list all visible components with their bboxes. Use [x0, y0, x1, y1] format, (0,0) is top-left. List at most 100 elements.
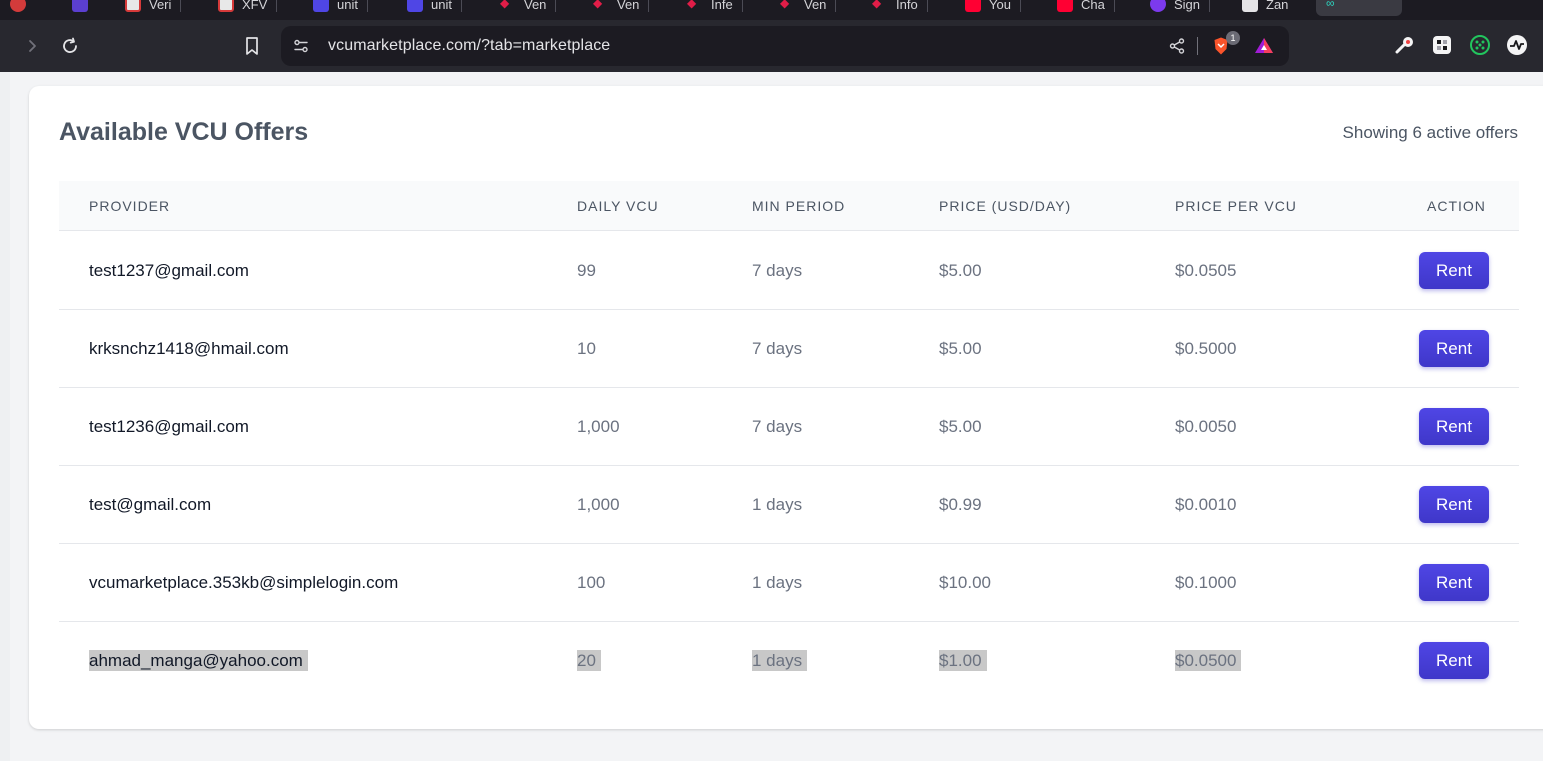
cell-provider: krksnchz1418@hmail.com — [89, 339, 289, 358]
browser-tab[interactable] — [62, 0, 98, 16]
table-row-selected: ahmad_manga@yahoo.com 20 1 days $1.00 $0… — [59, 622, 1519, 700]
shield-count-badge: 1 — [1226, 31, 1240, 45]
browser-tab[interactable]: unit — [397, 0, 462, 16]
browser-tab[interactable]: Zan — [1232, 0, 1298, 16]
rent-button[interactable]: Rent — [1419, 486, 1489, 523]
cell-min-period: 7 days — [752, 261, 803, 280]
bookmark-button[interactable] — [238, 32, 266, 60]
cell-price: $5.00 — [939, 261, 982, 280]
cell-price-per-vcu: $0.0010 — [1175, 495, 1237, 514]
browser-tab[interactable]: Cha — [1047, 0, 1115, 16]
tab-label: You — [989, 0, 1011, 12]
browser-tab[interactable]: ◆ Ven — [583, 0, 650, 16]
cell-min-period: 1 days — [752, 573, 803, 592]
cell-price-per-vcu: $0.0500 — [1175, 650, 1242, 672]
cell-min-period: 7 days — [752, 339, 803, 358]
rent-button[interactable]: Rent — [1419, 642, 1489, 679]
rewards-triangle-icon — [1255, 38, 1273, 53]
cell-provider: ahmad_manga@yahoo.com — [89, 650, 308, 672]
rent-button[interactable]: Rent — [1419, 330, 1489, 367]
extension-button[interactable] — [1393, 33, 1417, 57]
browser-tab-strip: Veri XFV unit unit ◆ Ven ◆ Ven ◆ Infe ◆ Ven … — [0, 0, 1543, 20]
pin-icon: ◆ — [500, 0, 510, 10]
reload-button[interactable] — [56, 32, 84, 60]
browser-tab[interactable]: XFV — [208, 0, 278, 16]
cell-daily-vcu: 99 — [577, 261, 596, 280]
cell-daily-vcu: 1,000 — [577, 417, 620, 436]
browser-toolbar: vcumarketplace.com/?tab=marketplace 1 — [0, 20, 1543, 72]
cell-price-per-vcu: $0.0505 — [1175, 261, 1237, 280]
url-text[interactable]: vcumarketplace.com/?tab=marketplace — [328, 37, 610, 55]
grid-extension-icon — [1433, 36, 1451, 54]
side-panel-edge — [0, 72, 10, 761]
share-button[interactable] — [1167, 36, 1187, 56]
table-row: test1236@gmail.com 1,000 7 days $5.00 $0… — [59, 388, 1519, 466]
tab-label: Ven — [617, 0, 640, 12]
cell-provider: test@gmail.com — [89, 495, 212, 514]
cell-price: $0.99 — [939, 495, 982, 514]
browser-tab[interactable]: Veri — [115, 0, 182, 16]
x-icon — [1242, 0, 1258, 12]
cell-price: $5.00 — [939, 339, 982, 358]
cell-daily-vcu: 100 — [577, 573, 606, 592]
tab-label: unit — [431, 0, 452, 12]
pin-icon: ◆ — [687, 0, 697, 10]
cell-price-per-vcu: $0.5000 — [1175, 339, 1237, 358]
forward-button[interactable] — [18, 32, 46, 60]
brave-rewards-button[interactable] — [1254, 36, 1274, 56]
browser-tab-active[interactable]: ∞ — [1316, 0, 1402, 16]
browser-tab[interactable]: Sign — [1140, 0, 1211, 16]
pin-icon: ◆ — [780, 0, 790, 10]
tab-label: Veri — [149, 0, 172, 12]
column-header-provider: PROVIDER — [89, 198, 171, 214]
extension-button[interactable] — [1430, 33, 1454, 57]
extension-button[interactable] — [1505, 33, 1529, 57]
share-icon — [1169, 38, 1185, 54]
site-icon — [125, 0, 141, 12]
table-row: krksnchz1418@hmail.com 10 7 days $5.00 $… — [59, 310, 1519, 388]
address-bar[interactable]: vcumarketplace.com/?tab=marketplace 1 — [281, 26, 1289, 66]
green-dots-extension-icon — [1470, 35, 1490, 55]
tab-label: XFV — [242, 0, 268, 12]
browser-tab[interactable]: ◆ Ven — [770, 0, 837, 16]
cell-provider: test1237@gmail.com — [89, 261, 249, 280]
offer-count: Showing 6 active offers — [1342, 123, 1518, 142]
reload-icon — [63, 37, 77, 53]
rent-button[interactable]: Rent — [1419, 252, 1489, 289]
site-icon: ∞ — [1326, 0, 1335, 10]
cell-daily-vcu: 20 — [577, 650, 601, 672]
pin-icon: ◆ — [593, 0, 603, 10]
browser-tab[interactable]: You — [955, 0, 1021, 16]
cell-provider: vcumarketplace.353kb@simplelogin.com — [89, 573, 399, 592]
site-settings-icon[interactable] — [291, 36, 311, 56]
cell-daily-vcu: 1,000 — [577, 495, 620, 514]
cell-price: $1.00 — [939, 650, 987, 672]
activity-extension-icon — [1507, 35, 1527, 55]
bookmark-icon — [246, 37, 258, 55]
column-header-min-period: MIN PERIOD — [752, 198, 846, 214]
cell-price: $5.00 — [939, 417, 982, 436]
cell-price-per-vcu: $0.1000 — [1175, 573, 1237, 592]
site-icon — [407, 0, 423, 12]
site-icon — [218, 0, 234, 12]
browser-tab[interactable] — [0, 0, 36, 16]
browser-tab[interactable]: ◆ Infe — [677, 0, 743, 16]
app-icon — [72, 0, 88, 12]
site-icon — [1150, 0, 1166, 12]
tab-label: Cha — [1081, 0, 1105, 12]
rent-button[interactable]: Rent — [1419, 564, 1489, 601]
browser-tab[interactable]: ◆ Ven — [490, 0, 557, 16]
key-extension-icon — [1395, 37, 1413, 54]
tab-label: unit — [337, 0, 358, 12]
youtube-icon — [965, 0, 981, 12]
browser-tab[interactable]: unit — [303, 0, 368, 16]
column-header-price: PRICE (USD/DAY) — [939, 198, 1072, 214]
cell-min-period: 1 days — [752, 650, 808, 672]
cell-min-period: 7 days — [752, 417, 803, 436]
tab-label: Sign — [1174, 0, 1201, 12]
extension-button[interactable] — [1468, 33, 1492, 57]
page-title: Available VCU Offers — [59, 118, 309, 146]
browser-tab[interactable]: ◆ Info — [862, 0, 928, 16]
tab-label: Ven — [524, 0, 547, 12]
rent-button[interactable]: Rent — [1419, 408, 1489, 445]
